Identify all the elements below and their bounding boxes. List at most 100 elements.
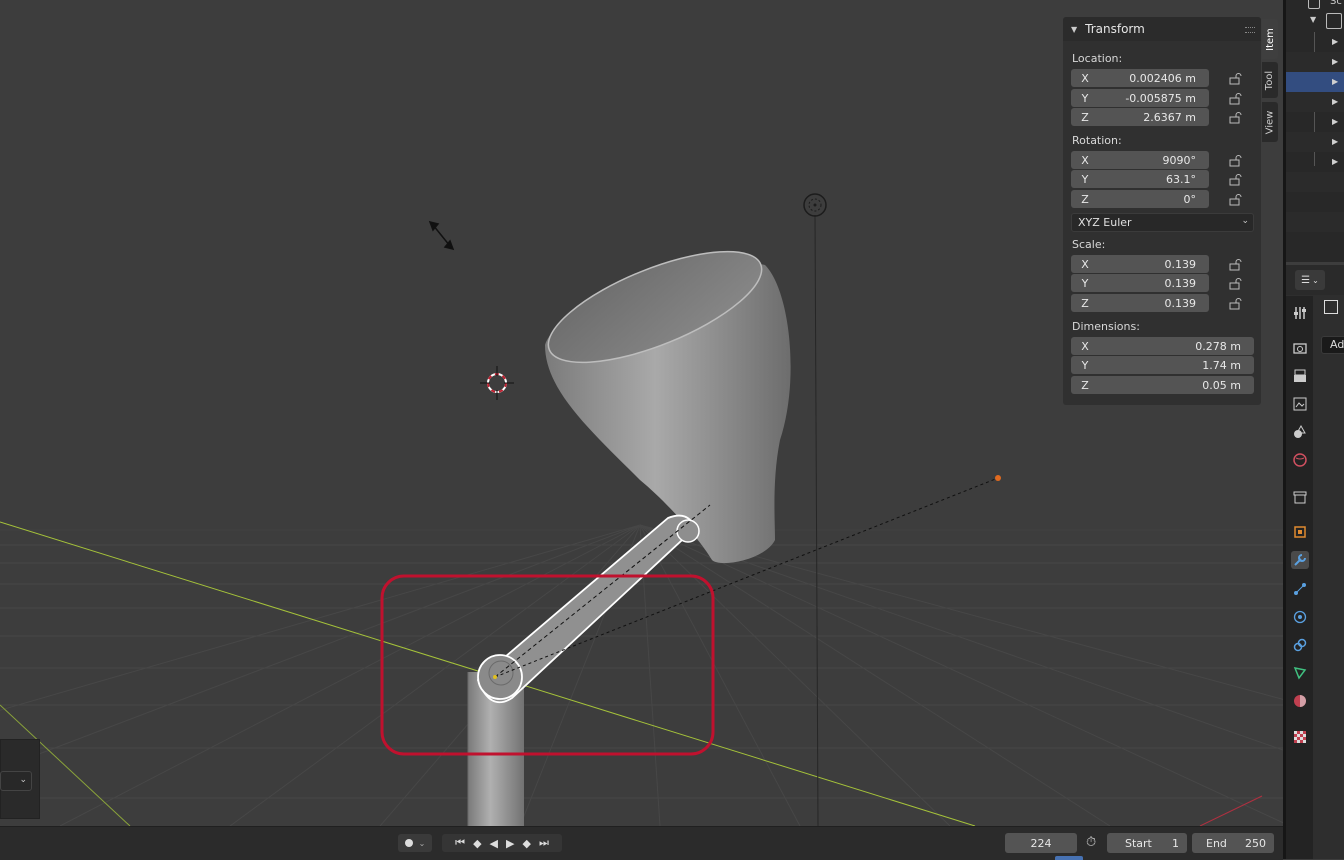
scale-y-field[interactable]: Y 0.139 bbox=[1071, 274, 1209, 292]
physics-tab-icon[interactable] bbox=[1291, 608, 1309, 626]
expand-arrow-icon[interactable]: ▶ bbox=[1332, 157, 1338, 166]
current-frame-value: 224 bbox=[1030, 836, 1052, 850]
outliner[interactable]: Sc ▼ ▶ ▶ ▶ ▶ ▶ ▶ ▶ bbox=[1286, 0, 1344, 262]
dimensions-z-field[interactable]: Z 0.05 m bbox=[1071, 376, 1254, 394]
tab-tool-label: Tool bbox=[1264, 70, 1276, 90]
jump-start-icon[interactable]: ⏮ bbox=[455, 836, 465, 850]
rotation-z-field[interactable]: Z 0° bbox=[1071, 190, 1209, 208]
rotation-x-field[interactable]: X 9090° bbox=[1071, 151, 1209, 169]
lock-icon[interactable] bbox=[1229, 194, 1243, 206]
lock-icon[interactable] bbox=[1229, 73, 1243, 85]
tab-tool[interactable]: Tool bbox=[1262, 62, 1278, 98]
location-x-field[interactable]: X 0.002406 m bbox=[1071, 69, 1209, 87]
expand-arrow-icon[interactable]: ▶ bbox=[1332, 97, 1338, 106]
chevron-down-icon: ⌄ bbox=[418, 838, 426, 848]
current-frame-field[interactable]: 224 bbox=[1005, 833, 1077, 853]
scale-z-field[interactable]: Z 0.139 bbox=[1071, 294, 1209, 312]
view-layer-tab-icon[interactable] bbox=[1291, 395, 1309, 413]
axis-label: Z bbox=[1081, 296, 1089, 310]
red-axis-line bbox=[1199, 795, 1263, 826]
output-tab-icon[interactable] bbox=[1291, 367, 1309, 385]
collection-tab-icon[interactable] bbox=[1291, 488, 1309, 506]
field-value: 0.139 bbox=[1164, 276, 1197, 290]
material-tab-icon[interactable] bbox=[1291, 692, 1309, 710]
transform-panel-title: Transform bbox=[1085, 22, 1145, 36]
render-tab-icon[interactable] bbox=[1291, 339, 1309, 357]
properties-editor-icon: ☰ bbox=[1301, 274, 1311, 286]
stopwatch-icon[interactable]: ⏱ bbox=[1086, 835, 1102, 851]
drag-grip-icon[interactable] bbox=[1245, 27, 1255, 33]
expand-arrow-icon[interactable]: ▶ bbox=[1332, 77, 1338, 86]
jump-end-icon[interactable]: ⏭ bbox=[539, 836, 549, 850]
axis-label: Y bbox=[1081, 172, 1089, 186]
end-frame-field[interactable]: End 250 bbox=[1192, 833, 1274, 853]
rotation-y-field[interactable]: Y 63.1° bbox=[1071, 170, 1209, 188]
tab-item[interactable]: Item bbox=[1262, 19, 1278, 59]
scene-tab-icon[interactable] bbox=[1291, 423, 1309, 441]
collection-icon bbox=[1326, 13, 1342, 29]
light-icon[interactable] bbox=[803, 193, 827, 217]
outliner-row[interactable]: ▶ bbox=[1286, 112, 1344, 132]
axis-label: Z bbox=[1081, 110, 1089, 124]
texture-tab-icon[interactable] bbox=[1291, 728, 1309, 746]
outliner-row[interactable]: ▶ bbox=[1286, 52, 1344, 72]
outliner-row-selected[interactable]: ▶ bbox=[1286, 72, 1344, 92]
outliner-row[interactable]: ▶ bbox=[1286, 152, 1344, 172]
outliner-row[interactable]: ▶ bbox=[1286, 92, 1344, 112]
constraints-tab-icon[interactable] bbox=[1291, 636, 1309, 654]
lamp-shade[interactable] bbox=[535, 229, 791, 564]
world-tab-icon[interactable] bbox=[1291, 451, 1309, 469]
field-value: 0.139 bbox=[1164, 257, 1197, 271]
next-keyframe-icon[interactable]: ◆ bbox=[522, 837, 530, 850]
transform-panel: ▼ Transform Location: X 0.002406 m Y -0.00… bbox=[1063, 17, 1261, 405]
axis-label: Y bbox=[1081, 276, 1089, 290]
axis-label: X bbox=[1081, 71, 1089, 85]
light-target-point[interactable] bbox=[995, 475, 1001, 481]
outliner-row[interactable]: ▶ bbox=[1286, 132, 1344, 152]
lock-icon[interactable] bbox=[1229, 259, 1243, 271]
expand-arrow-icon[interactable]: ▶ bbox=[1332, 37, 1338, 46]
collapse-triangle-icon[interactable]: ▼ bbox=[1071, 25, 1077, 34]
outliner-row[interactable]: ▶ bbox=[1286, 32, 1344, 52]
lock-icon[interactable] bbox=[1229, 93, 1243, 105]
chevron-down-icon: ⌄ bbox=[1312, 275, 1319, 285]
field-value: 63.1° bbox=[1166, 172, 1196, 186]
dimensions-y-field[interactable]: Y 1.74 m bbox=[1071, 356, 1254, 374]
lock-icon[interactable] bbox=[1229, 174, 1243, 186]
tab-view[interactable]: View bbox=[1262, 102, 1278, 142]
keying-button[interactable]: ⌄ bbox=[398, 834, 432, 852]
field-value: -0.005875 m bbox=[1125, 91, 1196, 105]
play-reverse-icon[interactable]: ◀ bbox=[490, 837, 498, 850]
light-line bbox=[814, 214, 819, 826]
collapse-triangle-icon[interactable]: ▼ bbox=[1310, 15, 1316, 24]
tab-view-label: View bbox=[1264, 110, 1276, 134]
lock-icon[interactable] bbox=[1229, 112, 1243, 124]
operator-dropdown[interactable]: ⌄ bbox=[0, 771, 32, 791]
editor-type-button[interactable]: ☰ ⌄ bbox=[1295, 270, 1325, 290]
location-z-field[interactable]: Z 2.6367 m bbox=[1071, 108, 1209, 126]
transform-panel-header[interactable]: ▼ Transform bbox=[1063, 17, 1261, 41]
scale-x-field[interactable]: X 0.139 bbox=[1071, 255, 1209, 273]
modifier-tab-icon[interactable] bbox=[1291, 551, 1309, 569]
start-frame-field[interactable]: Start 1 bbox=[1107, 833, 1187, 853]
prev-keyframe-icon[interactable]: ◆ bbox=[473, 837, 481, 850]
play-icon[interactable]: ▶ bbox=[506, 837, 514, 850]
location-y-field[interactable]: Y -0.005875 m bbox=[1071, 89, 1209, 107]
3d-cursor-icon[interactable] bbox=[480, 366, 514, 400]
particles-tab-icon[interactable] bbox=[1291, 580, 1309, 598]
object-data-icon[interactable] bbox=[1324, 300, 1338, 314]
lock-icon[interactable] bbox=[1229, 278, 1243, 290]
timeline-footer[interactable]: ⌄ ⏮ ◆ ◀ ▶ ◆ ⏭ 224 ⏱ Start 1 End 250 bbox=[0, 826, 1283, 860]
expand-arrow-icon[interactable]: ▶ bbox=[1332, 57, 1338, 66]
data-tab-icon[interactable] bbox=[1291, 664, 1309, 682]
lock-icon[interactable] bbox=[1229, 155, 1243, 167]
dimensions-x-field[interactable]: X 0.278 m bbox=[1071, 337, 1254, 355]
object-tab-icon[interactable] bbox=[1291, 523, 1309, 541]
tool-tab-icon[interactable] bbox=[1291, 304, 1309, 322]
expand-arrow-icon[interactable]: ▶ bbox=[1332, 117, 1338, 126]
record-icon bbox=[404, 839, 413, 847]
rotation-mode-select[interactable]: XYZ Euler ⌄ bbox=[1071, 213, 1254, 232]
lock-icon[interactable] bbox=[1229, 298, 1243, 310]
expand-arrow-icon[interactable]: ▶ bbox=[1332, 137, 1338, 146]
rotation-mode-value: XYZ Euler bbox=[1078, 216, 1132, 229]
